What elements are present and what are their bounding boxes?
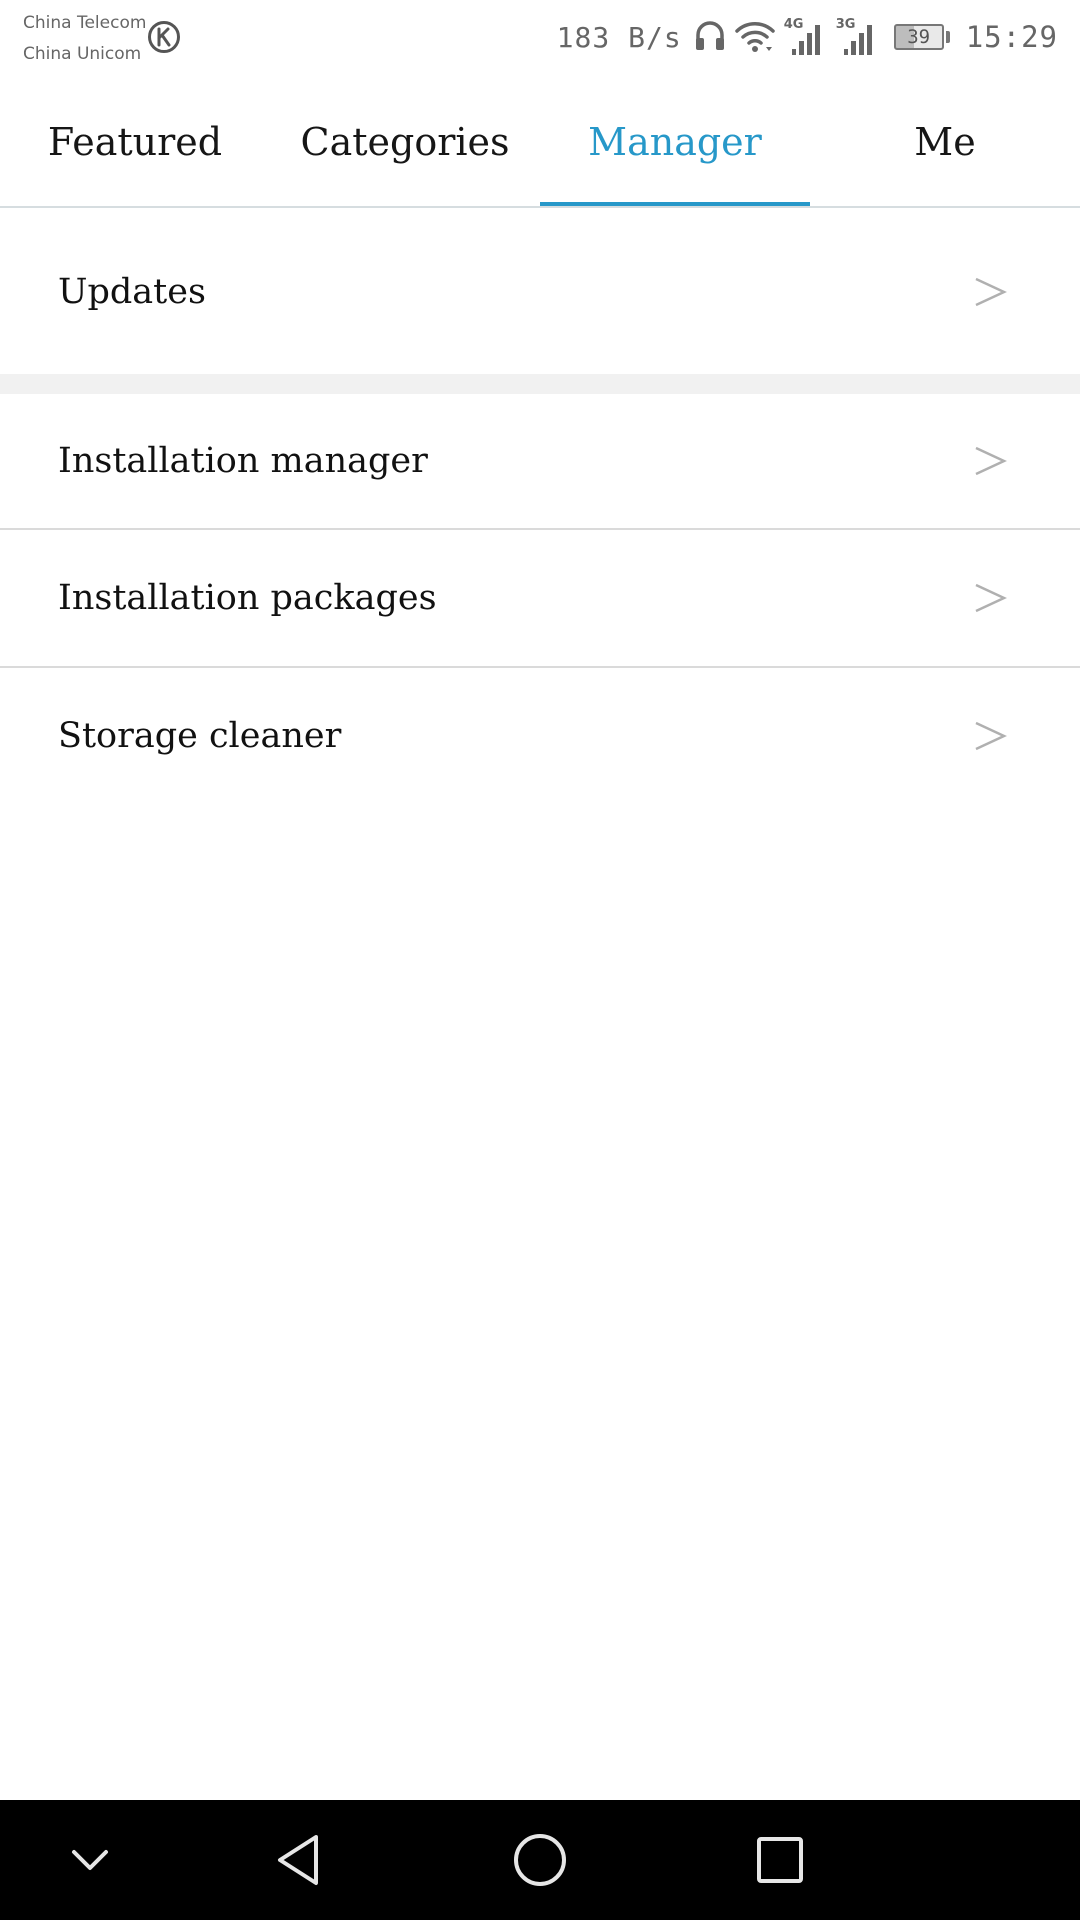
top-tab-bar: Featured Categories Manager Me [0, 78, 1080, 208]
network-type-2: 3G [835, 17, 856, 32]
menu-item-installation-manager[interactable]: Installation manager [0, 394, 1080, 528]
menu-item-storage-cleaner[interactable]: Storage cleaner [0, 668, 1080, 804]
menu-item-updates[interactable]: Updates [0, 210, 1080, 374]
tab-categories[interactable]: Categories [270, 78, 540, 206]
tab-me[interactable]: Me [810, 78, 1080, 206]
active-tab-indicator [540, 202, 810, 206]
tab-featured[interactable]: Featured [0, 78, 270, 206]
back-button[interactable] [262, 1822, 338, 1898]
home-button[interactable] [502, 1822, 578, 1898]
battery-indicator: 39 [893, 24, 950, 50]
recents-button[interactable] [742, 1822, 818, 1898]
carrier-info: China Telecom China Unicom [23, 8, 146, 70]
chevron-down-icon [72, 1850, 108, 1870]
cellular-signal-1: 4G [784, 17, 828, 57]
app-screen: China Telecom China Unicom 183 B/s 4G 3G… [0, 0, 1080, 1920]
chevron-right-icon [975, 583, 1007, 613]
carrier-2: China Unicom [23, 44, 142, 64]
menu-label-storage-cleaner: Storage cleaner [58, 716, 342, 756]
tab-manager[interactable]: Manager [540, 78, 810, 206]
network-type-1: 4G [783, 17, 804, 32]
menu-label-installation-packages: Installation packages [58, 578, 437, 618]
chevron-right-icon [975, 277, 1007, 307]
status-bar: China Telecom China Unicom 183 B/s 4G 3G… [0, 0, 1080, 78]
home-circle-icon [514, 1834, 566, 1886]
battery-tip [945, 31, 950, 43]
net-speed: 183 B/s [556, 20, 682, 54]
chevron-right-icon [975, 446, 1007, 476]
battery-level: 39 [893, 24, 944, 50]
k-circle-icon [148, 21, 180, 53]
menu-label-updates: Updates [58, 272, 206, 312]
headset-icon [695, 21, 724, 50]
cellular-signal-2: 3G [836, 17, 880, 57]
system-nav-bar [0, 1800, 1080, 1920]
menu-item-installation-packages[interactable]: Installation packages [0, 530, 1080, 666]
clock: 15:29 [965, 20, 1058, 54]
menu-label-installation-manager: Installation manager [58, 441, 428, 481]
back-triangle-icon [278, 1835, 318, 1885]
carrier-1: China Telecom [23, 13, 147, 33]
section-separator [0, 374, 1080, 394]
recents-square-icon [757, 1837, 803, 1883]
chevron-right-icon [975, 721, 1007, 751]
hide-nav-button[interactable] [52, 1822, 128, 1898]
status-icons: 183 B/s 4G 3G 39 15:29 [557, 14, 1058, 60]
wifi-icon [734, 22, 775, 52]
